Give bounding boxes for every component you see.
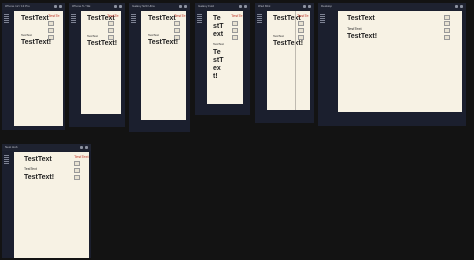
settings-icon[interactable]: [239, 5, 242, 8]
page-heading: TestText: [213, 15, 224, 38]
checkbox[interactable]: [74, 175, 80, 180]
page-heading: TestText: [21, 15, 49, 22]
checkbox[interactable]: [108, 21, 114, 26]
checkbox[interactable]: [174, 21, 180, 26]
window-titlebar[interactable]: iPad Mini: [255, 3, 314, 10]
device-window-6[interactable]: Desktop TestText TestText TestText!: [318, 3, 466, 126]
page-heading: TestText: [273, 15, 301, 22]
close-icon[interactable]: [85, 146, 88, 149]
side-label: TestTe: [297, 13, 309, 18]
side-rail: [319, 11, 326, 125]
page-viewport: TestText TestTe TestText TestText!: [267, 11, 310, 110]
device-window-1[interactable]: iPhone 12 / 13 Pro TestText TestTe TestT…: [2, 3, 65, 130]
side-rail: [3, 152, 10, 257]
body-text: TestText: [21, 33, 33, 37]
body-text: TestText: [24, 167, 37, 171]
page-heading-2: TestText!: [347, 33, 378, 40]
checkbox[interactable]: [444, 28, 450, 33]
checkbox[interactable]: [48, 21, 54, 26]
close-icon[interactable]: [119, 5, 122, 8]
body-text: TestText: [87, 34, 99, 38]
checkbox[interactable]: [444, 35, 450, 40]
desktop: { "windows": [ { "title": "iPhone 12 / 1…: [0, 0, 474, 260]
body-text: TestText: [148, 33, 160, 37]
side-rail: [130, 11, 137, 131]
side-label: TestTe: [174, 13, 186, 18]
window-title: Galaxy S20 Ultra: [132, 4, 155, 8]
page-heading: TestText: [347, 15, 375, 22]
device-window-2[interactable]: iPhone 5 / SE TestText TestTe TestText T…: [69, 3, 125, 127]
page-heading-2: TestText!: [87, 40, 118, 47]
page-viewport: TestText TestText TestText TestText!: [14, 152, 89, 258]
device-window-7[interactable]: Nest Hub TestText TestText TestText Test…: [2, 144, 91, 258]
window-titlebar[interactable]: Desktop: [318, 3, 466, 10]
checkbox[interactable]: [74, 168, 80, 173]
settings-icon[interactable]: [54, 5, 57, 8]
close-icon[interactable]: [59, 5, 62, 8]
page-heading-2: TestText!: [148, 39, 179, 46]
close-icon[interactable]: [184, 5, 187, 8]
checkbox[interactable]: [232, 28, 238, 33]
window-title: Nest Hub: [5, 145, 18, 149]
page-viewport: TestText TestTe TestText TestText!: [14, 11, 63, 126]
settings-icon[interactable]: [114, 5, 117, 8]
checkbox[interactable]: [174, 28, 180, 33]
device-window-4[interactable]: Galaxy Fold TestText TestTe TestText Tes…: [195, 3, 250, 115]
side-rail: [3, 11, 10, 129]
divider: [295, 11, 296, 110]
checkbox[interactable]: [108, 28, 114, 33]
side-label: TestTe: [231, 13, 243, 18]
window-titlebar[interactable]: Galaxy Fold: [195, 3, 250, 10]
body-text: TestText: [273, 34, 285, 38]
page-heading-2: TestText!: [24, 174, 55, 181]
body-text: TestText: [347, 26, 362, 31]
checkbox[interactable]: [298, 28, 304, 33]
device-window-3[interactable]: Galaxy S20 Ultra TestText TestTe TestTex…: [129, 3, 190, 132]
settings-icon[interactable]: [455, 5, 458, 8]
window-titlebar[interactable]: iPhone 5 / SE: [69, 3, 125, 10]
page-heading-2: TestText!: [21, 39, 52, 46]
side-label: TestTe: [48, 13, 60, 18]
window-titlebar[interactable]: Galaxy S20 Ultra: [129, 3, 190, 10]
close-icon[interactable]: [244, 5, 247, 8]
page-heading-2: TestText!: [273, 40, 304, 47]
close-icon[interactable]: [460, 5, 463, 8]
page-viewport: TestText TestTe TestText TestText!: [81, 11, 121, 114]
page-viewport: TestText TestTe TestText TestText!: [207, 11, 243, 104]
checkbox[interactable]: [232, 21, 238, 26]
side-label: TestText: [74, 154, 89, 159]
page-heading: TestText: [87, 15, 115, 22]
checkbox[interactable]: [444, 15, 450, 20]
checkbox[interactable]: [74, 161, 80, 166]
window-title: Desktop: [321, 4, 333, 8]
checkbox[interactable]: [48, 28, 54, 33]
close-icon[interactable]: [308, 5, 311, 8]
page-viewport: TestText TestText TestText!: [338, 11, 462, 112]
settings-icon[interactable]: [179, 5, 182, 8]
window-titlebar[interactable]: Nest Hub: [2, 144, 91, 151]
settings-icon[interactable]: [303, 5, 306, 8]
side-rail: [196, 11, 203, 114]
window-title: iPad Mini: [258, 4, 271, 8]
page-heading: TestText: [24, 156, 52, 163]
checkbox[interactable]: [444, 21, 450, 26]
checkbox[interactable]: [298, 21, 304, 26]
page-heading-2: TestText!: [213, 49, 224, 80]
side-label: TestTe: [107, 13, 119, 18]
side-rail: [70, 11, 77, 126]
window-titlebar[interactable]: iPhone 12 / 13 Pro: [2, 3, 65, 10]
page-heading: TestText: [148, 15, 176, 22]
window-title: iPhone 5 / SE: [72, 4, 91, 8]
side-rail: [256, 11, 263, 122]
window-title: iPhone 12 / 13 Pro: [5, 4, 30, 8]
settings-icon[interactable]: [80, 146, 83, 149]
checkbox[interactable]: [232, 35, 238, 40]
window-title: Galaxy Fold: [198, 4, 215, 8]
page-viewport: TestText TestTe TestText TestText!: [141, 11, 186, 120]
body-text: TestText: [213, 42, 225, 46]
device-window-5[interactable]: iPad Mini TestText TestTe TestText TestT…: [255, 3, 314, 123]
